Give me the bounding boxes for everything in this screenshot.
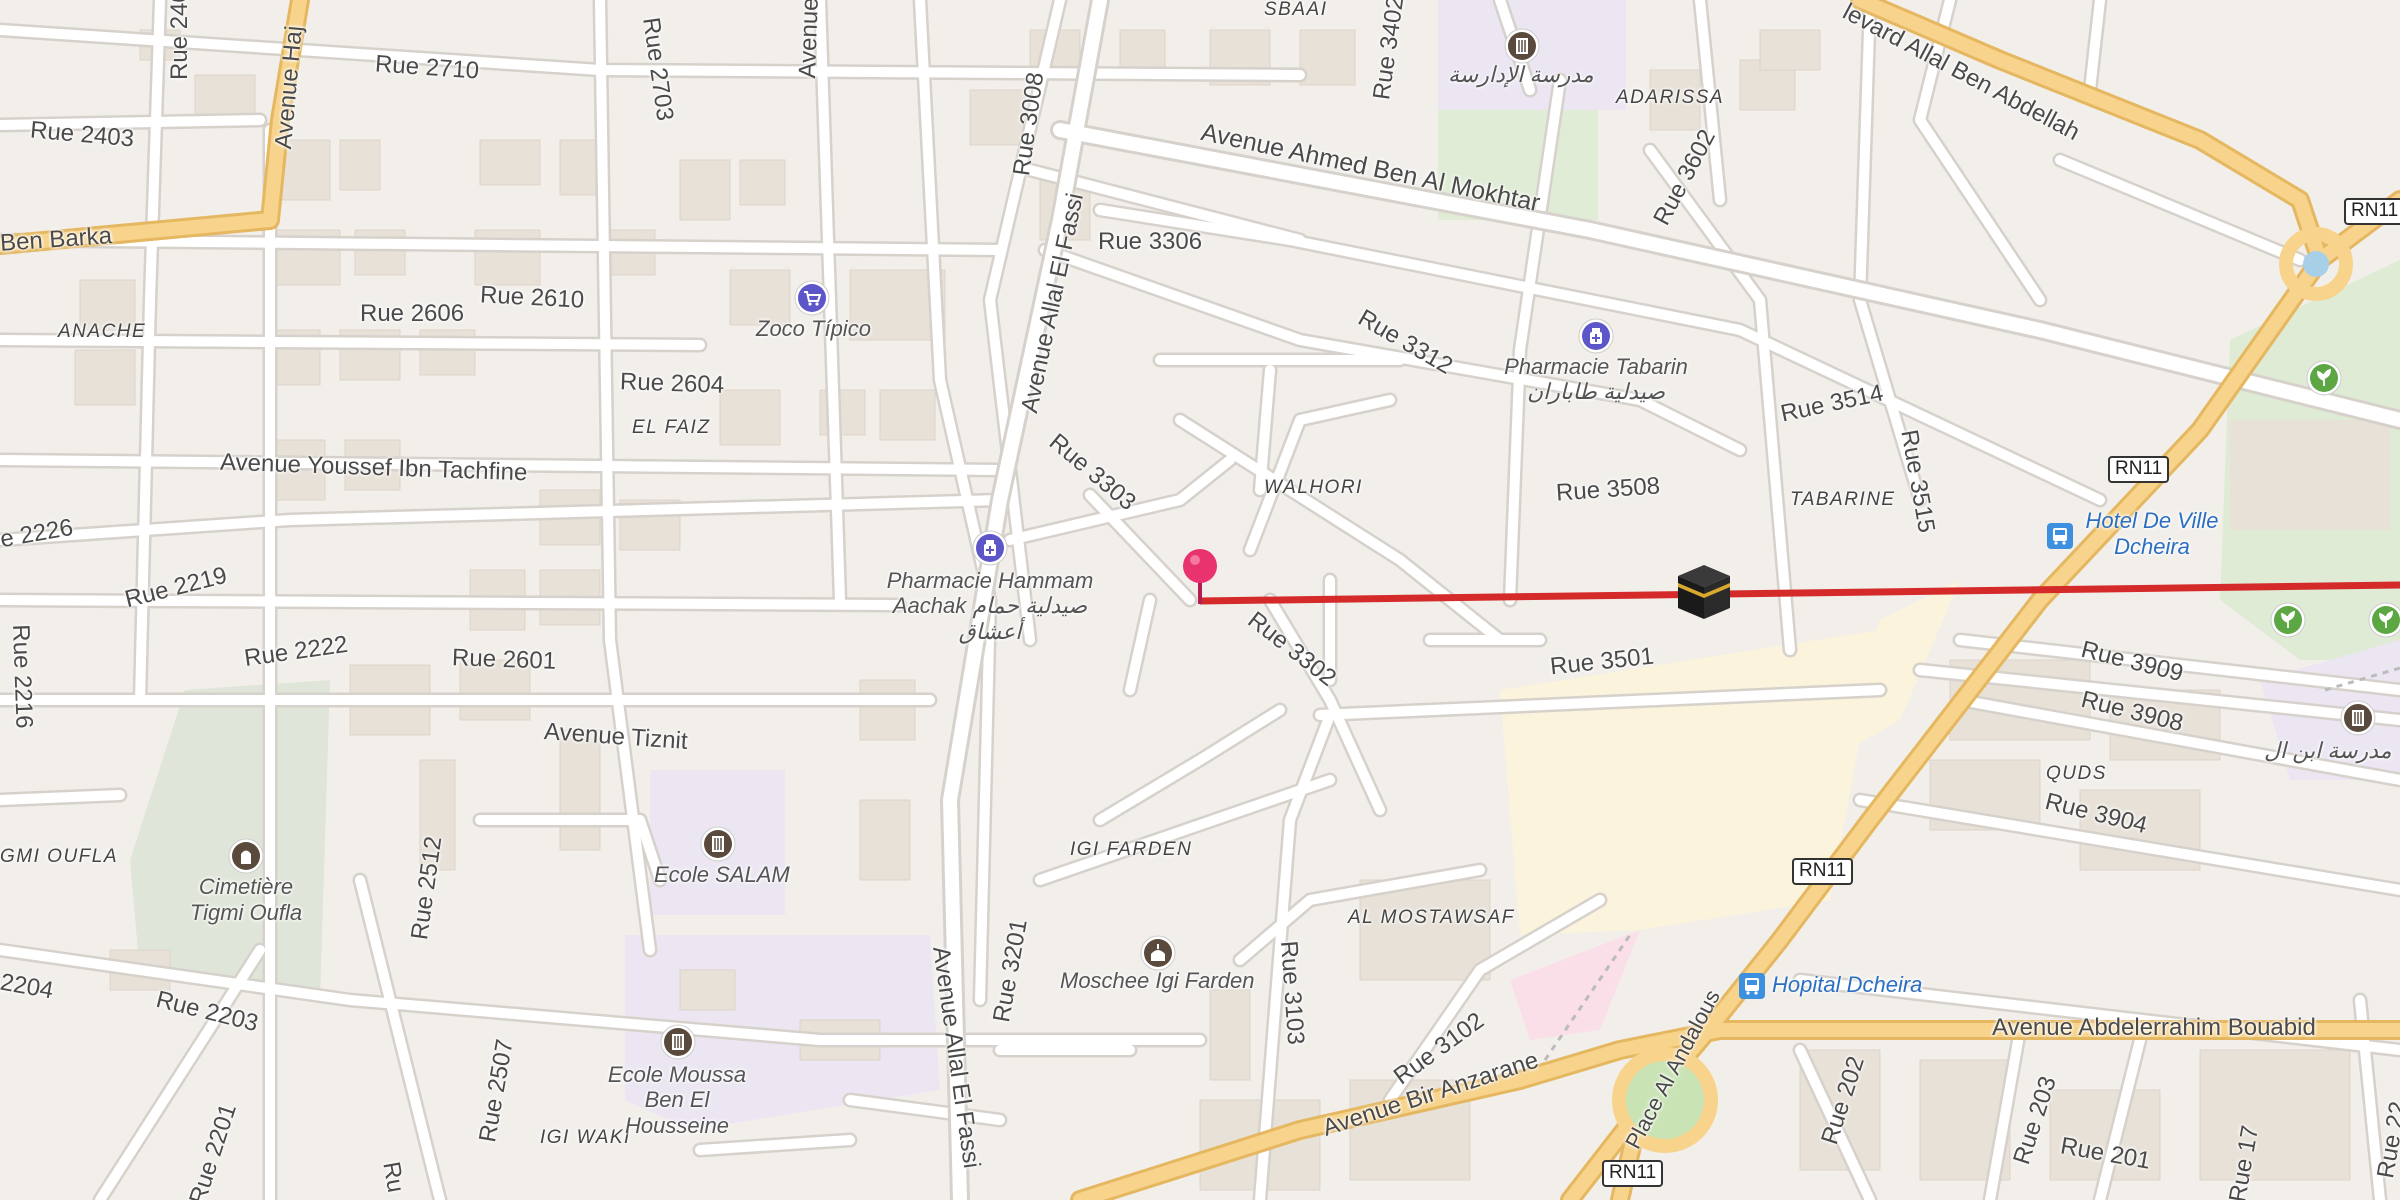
park-icon[interactable]	[2270, 602, 2306, 638]
district-label: QUDS	[2046, 763, 2107, 784]
building-large	[2230, 420, 2390, 530]
poi-label-hopital[interactable]: Hopital Dcheira	[1772, 974, 1922, 996]
district-label: TABARINE	[1790, 489, 1896, 510]
district-label: WALHORI	[1264, 477, 1363, 498]
route-shield-rn11[interactable]: RN11	[2344, 198, 2400, 225]
street-label: Rue 2216	[7, 623, 38, 729]
poi-label-pharmacie-hammam[interactable]: Pharmacie Hammam Aachak صيدلية حمام أعشا…	[880, 568, 1100, 644]
route-line	[1199, 581, 2400, 605]
street-label: Ru	[377, 1159, 410, 1195]
poi-label-madrasa[interactable]: مدرسة الإدارسة	[1448, 64, 1594, 86]
district-label: ANACHE	[58, 321, 147, 342]
street-label: Rue 2606	[360, 300, 465, 327]
street-label: Rue 3306	[1098, 228, 1203, 255]
school-icon[interactable]	[700, 826, 736, 862]
street-label: Avenue Abdelerrahim Bouabid	[1992, 1014, 2316, 1041]
street-label: Rue 2610	[479, 281, 585, 314]
poi-label-cimetiere[interactable]: Cimetière Tigmi Oufla	[186, 874, 306, 927]
school-icon[interactable]	[660, 1024, 696, 1060]
shopping-cart-icon[interactable]	[794, 280, 830, 316]
kaaba-icon[interactable]	[1674, 563, 1734, 621]
district-label: EL FAIZ	[632, 417, 711, 438]
route-shield-rn11[interactable]: RN11	[1602, 1160, 1664, 1187]
poi-label-ecole-salam[interactable]: Ecole SALAM	[654, 864, 790, 886]
fountain	[2303, 251, 2329, 277]
route-shield-rn11[interactable]: RN11	[2108, 456, 2170, 483]
bus-icon[interactable]	[1738, 972, 1766, 1000]
map-canvas[interactable]: Rue 2710 Rue 2407 Rue 2403 Avenue Haj Be…	[0, 0, 2400, 1200]
poi-label-zoco[interactable]: Zoco Típico	[756, 318, 871, 340]
district-label: AL MOSTAWSAF	[1348, 907, 1515, 928]
poi-label-pharmacie-tabarin[interactable]: Pharmacie Tabarin صيدلية طاباران	[1496, 354, 1696, 405]
park-icon[interactable]	[2368, 602, 2400, 638]
street-label: Avenue	[794, 0, 824, 79]
mosque-icon[interactable]	[1140, 935, 1176, 971]
route-shield-rn11[interactable]: RN11	[1792, 858, 1854, 885]
district-label: ADARISSA	[1616, 87, 1725, 108]
pharmacy-icon[interactable]	[972, 530, 1008, 566]
poi-label-madrasa-right[interactable]: مدرسة ابن ال	[2264, 740, 2392, 762]
street-label: Rue 2604	[619, 368, 725, 399]
poi-label-ecole-moussa[interactable]: Ecole Moussa Ben El Housseine	[592, 1062, 762, 1138]
street-label: Rue 3103	[1275, 939, 1310, 1046]
district-label: IGI FARDEN	[1070, 839, 1193, 860]
street-label: Rue 2601	[451, 644, 557, 675]
cemetery-icon[interactable]	[228, 838, 264, 874]
park-icon[interactable]	[2306, 360, 2342, 396]
poi-label-hotel[interactable]: Hotel De Ville Dcheira	[2082, 508, 2222, 561]
district-label: SBAAI	[1264, 0, 1328, 20]
bus-icon[interactable]	[2046, 522, 2074, 550]
pharmacy-icon[interactable]	[1578, 318, 1614, 354]
school-icon[interactable]	[1504, 28, 1540, 64]
street-label: Rue 2407	[166, 0, 193, 80]
school-icon[interactable]	[2340, 700, 2376, 736]
district-label: GMI OUFLA	[0, 846, 119, 867]
location-pin-icon[interactable]	[1178, 544, 1226, 608]
poi-label-mosque[interactable]: Moschee Igi Farden	[1060, 970, 1254, 992]
